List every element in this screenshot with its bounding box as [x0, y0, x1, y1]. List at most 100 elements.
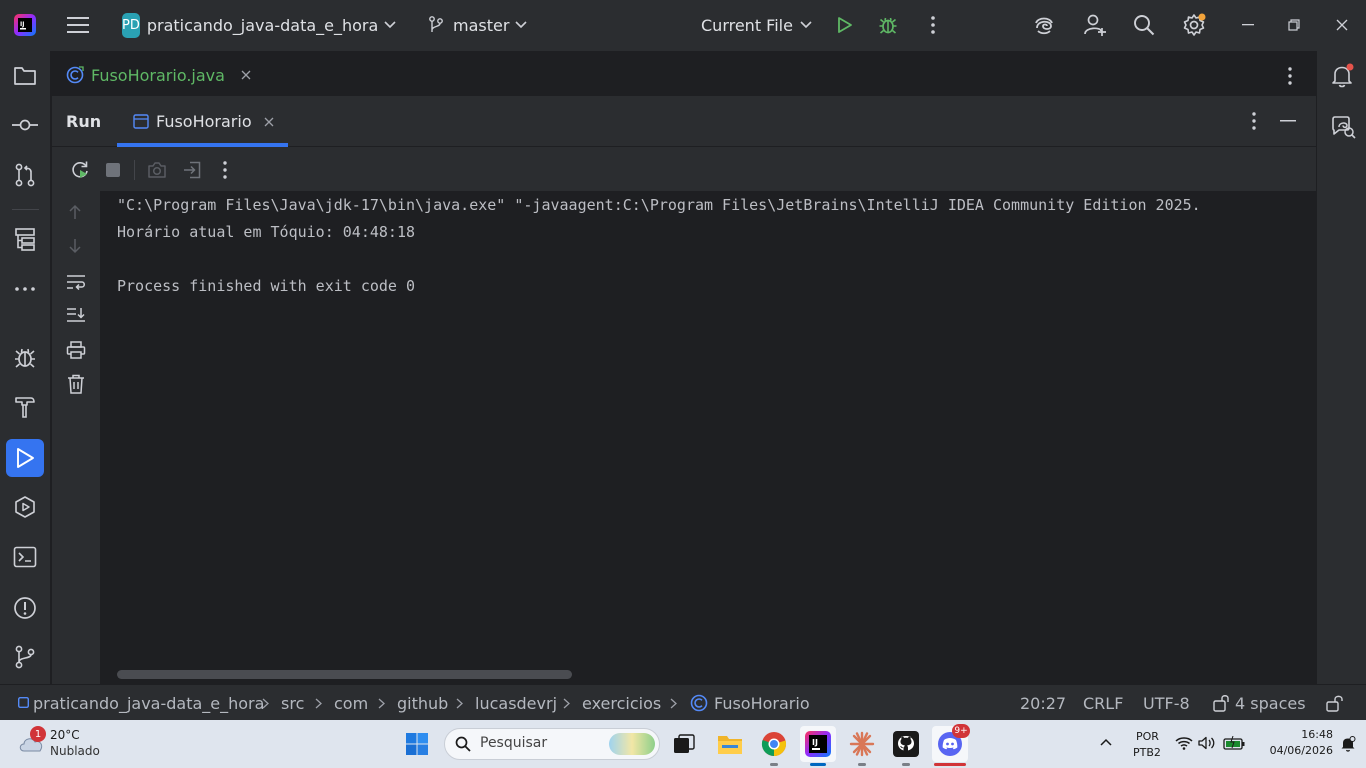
claude-icon[interactable] [844, 726, 880, 766]
chevron-right-icon [315, 698, 322, 709]
file-explorer-icon[interactable] [712, 726, 748, 762]
intellij-taskbar-icon[interactable]: IJ [800, 726, 836, 766]
github-desktop-icon[interactable] [888, 726, 924, 766]
run-tab[interactable]: FusoHorario [117, 97, 288, 147]
input-language-indicator[interactable]: POR PTB2 [1126, 730, 1166, 760]
breadcrumb-item[interactable]: lucasdevrj [475, 694, 557, 713]
search-placeholder: Pesquisar [480, 735, 548, 751]
console-window-icon [133, 114, 149, 129]
start-button[interactable] [399, 726, 435, 762]
arrow-down-icon[interactable] [68, 238, 82, 254]
branch-name: master [453, 15, 510, 35]
arrow-up-icon[interactable] [68, 204, 82, 220]
console-side-toolbar [52, 191, 100, 684]
breadcrumb-item[interactable]: src [281, 694, 304, 713]
add-user-icon[interactable] [1082, 13, 1108, 37]
chevron-down-icon [384, 21, 396, 29]
line-ending[interactable]: CRLF [1083, 694, 1123, 713]
close-window-icon[interactable] [1332, 15, 1352, 35]
debug-tool-icon[interactable] [6, 338, 44, 376]
run-icon[interactable] [834, 14, 856, 36]
build-hammer-icon[interactable] [6, 388, 44, 426]
separator [12, 209, 39, 210]
horizontal-scrollbar[interactable] [117, 670, 572, 679]
structure-icon[interactable] [6, 220, 44, 258]
screenshot-camera-icon[interactable] [147, 161, 167, 179]
breadcrumb-item[interactable]: exercicios [582, 694, 661, 713]
run-config-selector[interactable]: Current File [701, 12, 813, 38]
problems-icon[interactable] [6, 589, 44, 627]
more-vertical-icon[interactable] [1288, 67, 1292, 85]
breadcrumb-item[interactable]: com [334, 694, 368, 713]
running-indicator [770, 763, 778, 766]
notification-center-icon[interactable] [1340, 736, 1356, 752]
wifi-icon[interactable] [1175, 736, 1193, 750]
chevron-down-icon [800, 21, 812, 29]
project-folder-icon[interactable] [6, 57, 44, 95]
terminal-icon[interactable] [6, 538, 44, 576]
services-icon[interactable] [6, 488, 44, 526]
print-icon[interactable] [66, 341, 86, 359]
clock[interactable]: 16:48 04/06/2026 [1255, 728, 1333, 760]
ai-assistant-icon[interactable] [1032, 13, 1056, 37]
more-vertical-icon[interactable] [1252, 112, 1256, 130]
editor-tab[interactable]: FusoHorario.java [66, 65, 251, 85]
project-selector[interactable]: PD praticando_java-data_e_hora [122, 12, 396, 38]
taskbar-search[interactable]: Pesquisar [444, 728, 660, 760]
breadcrumb-item[interactable]: FusoHorario [714, 694, 810, 713]
left-tool-window-bar [0, 51, 51, 684]
more-tools-icon[interactable] [6, 270, 44, 308]
chevron-up-icon[interactable] [1100, 738, 1112, 746]
console-line: "C:\Program Files\Java\jdk-17\bin\java.e… [117, 196, 1201, 214]
clock-date: 04/06/2026 [1269, 744, 1333, 757]
console-line: Horário atual em Tóquio: 04:48:18 [117, 223, 416, 241]
run-toolbar [52, 147, 1316, 191]
breadcrumb-item[interactable]: praticando_java-data_e_hora [33, 694, 264, 713]
cursor-position[interactable]: 20:27 [1020, 694, 1066, 713]
rerun-icon[interactable] [70, 160, 90, 180]
trash-icon[interactable] [67, 374, 85, 394]
notifications-bell-icon[interactable] [1330, 63, 1354, 89]
volume-icon[interactable] [1198, 736, 1216, 750]
more-vertical-icon[interactable] [223, 161, 227, 179]
hide-panel-icon[interactable] [1280, 120, 1296, 122]
more-vertical-icon[interactable] [922, 14, 944, 36]
notification-badge: 9+ [952, 724, 970, 738]
exit-icon[interactable] [182, 161, 202, 179]
close-tab-icon[interactable] [241, 70, 251, 80]
commit-icon[interactable] [6, 106, 44, 144]
chrome-icon[interactable] [756, 726, 792, 766]
close-tab-icon[interactable] [264, 117, 274, 127]
git-icon[interactable] [6, 638, 44, 676]
run-tool-icon[interactable] [6, 439, 44, 477]
keyboard-layout: PTB2 [1133, 746, 1161, 759]
ai-chat-icon[interactable] [1330, 115, 1356, 139]
lock-icon[interactable] [1326, 694, 1344, 712]
weather-widget[interactable]: 1 20°C Nublado [14, 726, 114, 762]
branch-selector[interactable]: master [428, 12, 528, 38]
discord-icon[interactable]: 9+ [932, 724, 970, 766]
project-badge: PD [122, 12, 140, 38]
indent-settings-icon [1213, 694, 1231, 712]
pull-requests-icon[interactable] [6, 156, 44, 194]
debug-icon[interactable] [877, 14, 899, 36]
run-config-label: Current File [701, 15, 793, 35]
settings-icon[interactable] [1181, 12, 1207, 38]
minimize-icon[interactable] [1238, 15, 1258, 35]
scroll-to-end-icon[interactable] [66, 307, 86, 323]
indent-setting[interactable]: 4 spaces [1235, 694, 1306, 713]
breadcrumb-item[interactable]: github [397, 694, 448, 713]
file-encoding[interactable]: UTF-8 [1143, 694, 1190, 713]
stop-icon[interactable] [106, 163, 120, 177]
chevron-right-icon [262, 698, 269, 709]
language-code: POR [1136, 730, 1159, 743]
search-icon[interactable] [1132, 13, 1156, 37]
hamburger-menu-icon[interactable] [66, 13, 90, 37]
console-output[interactable]: "C:\Program Files\Java\jdk-17\bin\java.e… [100, 191, 1316, 684]
task-view-icon[interactable] [666, 726, 702, 762]
attention-indicator [934, 763, 966, 766]
soft-wrap-icon[interactable] [66, 274, 86, 290]
restore-icon[interactable] [1284, 15, 1304, 35]
weather-desc: Nublado [50, 744, 100, 758]
battery-charging-icon[interactable] [1223, 736, 1245, 750]
